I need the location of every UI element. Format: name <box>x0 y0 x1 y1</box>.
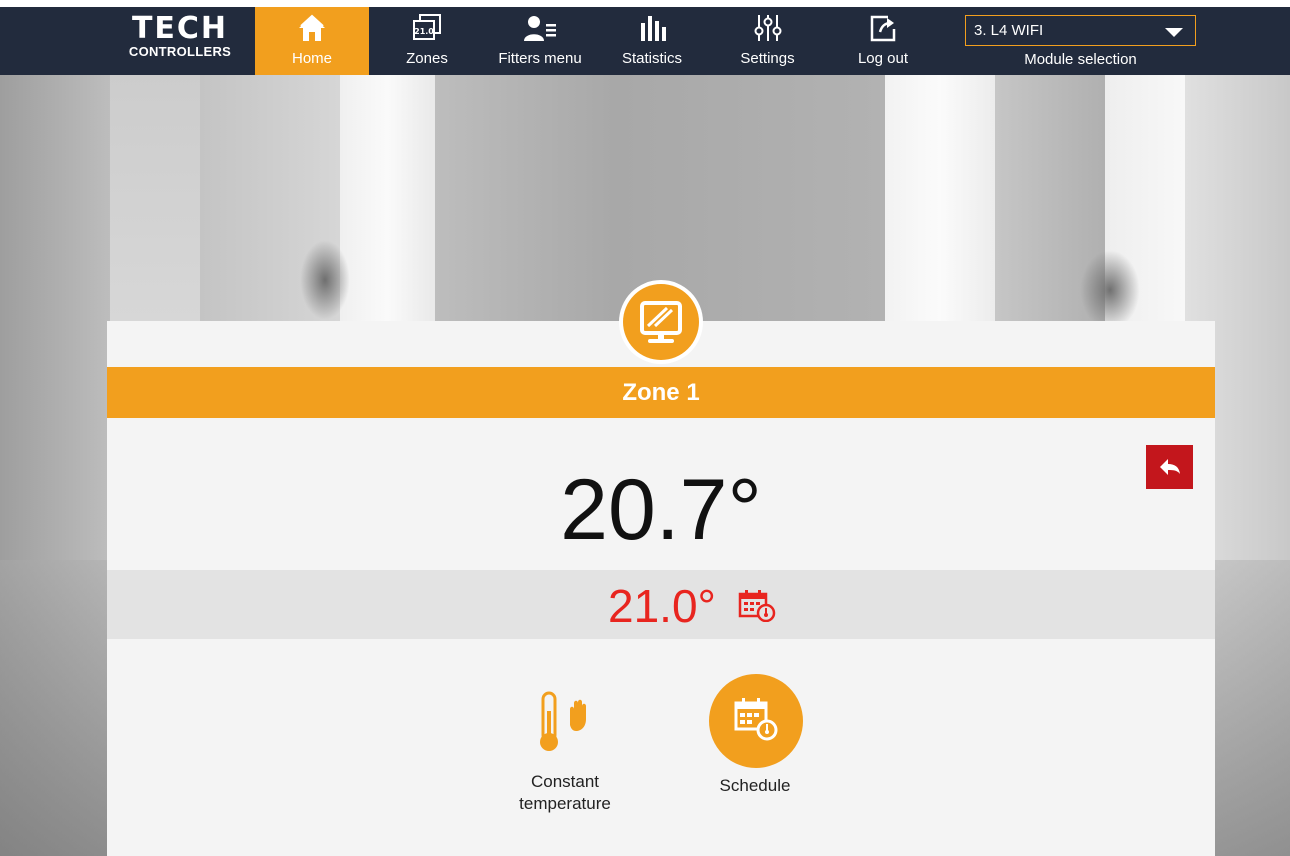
logo-wordmark: TECH <box>131 11 229 46</box>
schedule-circle-icon <box>709 674 803 768</box>
svg-text:21.0: 21.0 <box>414 27 434 36</box>
schedule-calendar-icon <box>738 588 776 623</box>
fitters-menu-icon <box>490 13 590 47</box>
settings-icon <box>730 13 805 47</box>
tech-controllers-logo[interactable]: TECH CONTROLLERS <box>124 11 236 66</box>
nav-logout-label: Log out <box>857 50 909 67</box>
schedule-label: Schedule <box>719 776 791 795</box>
nav-home-label: Home <box>291 50 332 67</box>
top-white-strip <box>0 0 1290 7</box>
set-temperature: 21.0° <box>608 580 716 632</box>
statistics-icon <box>612 13 692 47</box>
nav-statistics-label: Statistics <box>621 50 682 67</box>
module-select-value: 3. L4 WIFI <box>974 22 1044 39</box>
nav-settings-label: Settings <box>740 50 795 67</box>
top-navbar: TECH CONTROLLERS Home 21.0 Zones Fitters… <box>0 0 1290 75</box>
zone-title: Zone 1 <box>107 367 1215 418</box>
chevron-down-icon <box>1165 28 1183 37</box>
nav-zones[interactable]: 21.0 Zones <box>397 7 457 75</box>
current-temperature: 20.7° <box>560 462 762 558</box>
nav-home[interactable]: Home <box>255 7 369 75</box>
logout-icon <box>848 13 918 47</box>
zone-monitor-icon <box>619 280 703 364</box>
module-select[interactable]: 3. L4 WIFI <box>965 15 1196 46</box>
nav-fitters-menu[interactable]: Fitters menu <box>490 7 590 75</box>
zones-icon: 21.0 <box>397 13 457 47</box>
thermometer-hand-icon <box>500 675 630 771</box>
home-icon <box>255 13 369 47</box>
nav-settings[interactable]: Settings <box>730 7 805 75</box>
schedule-mode[interactable]: Schedule <box>690 673 820 797</box>
constant-temperature-mode[interactable]: Constant temperature <box>500 675 630 815</box>
constant-temperature-label-line1: Constant <box>530 772 600 791</box>
module-selection-label: Module selection <box>1024 51 1137 68</box>
constant-temperature-label-line2: temperature <box>519 794 611 813</box>
nav-statistics[interactable]: Statistics <box>612 7 692 75</box>
schedule-mode-icon-wrap <box>690 673 820 769</box>
nav-fitters-menu-label: Fitters menu <box>498 50 582 67</box>
logo-subtitle: CONTROLLERS <box>128 44 232 59</box>
nav-logout[interactable]: Log out <box>848 7 918 75</box>
nav-zones-label: Zones <box>406 50 448 67</box>
